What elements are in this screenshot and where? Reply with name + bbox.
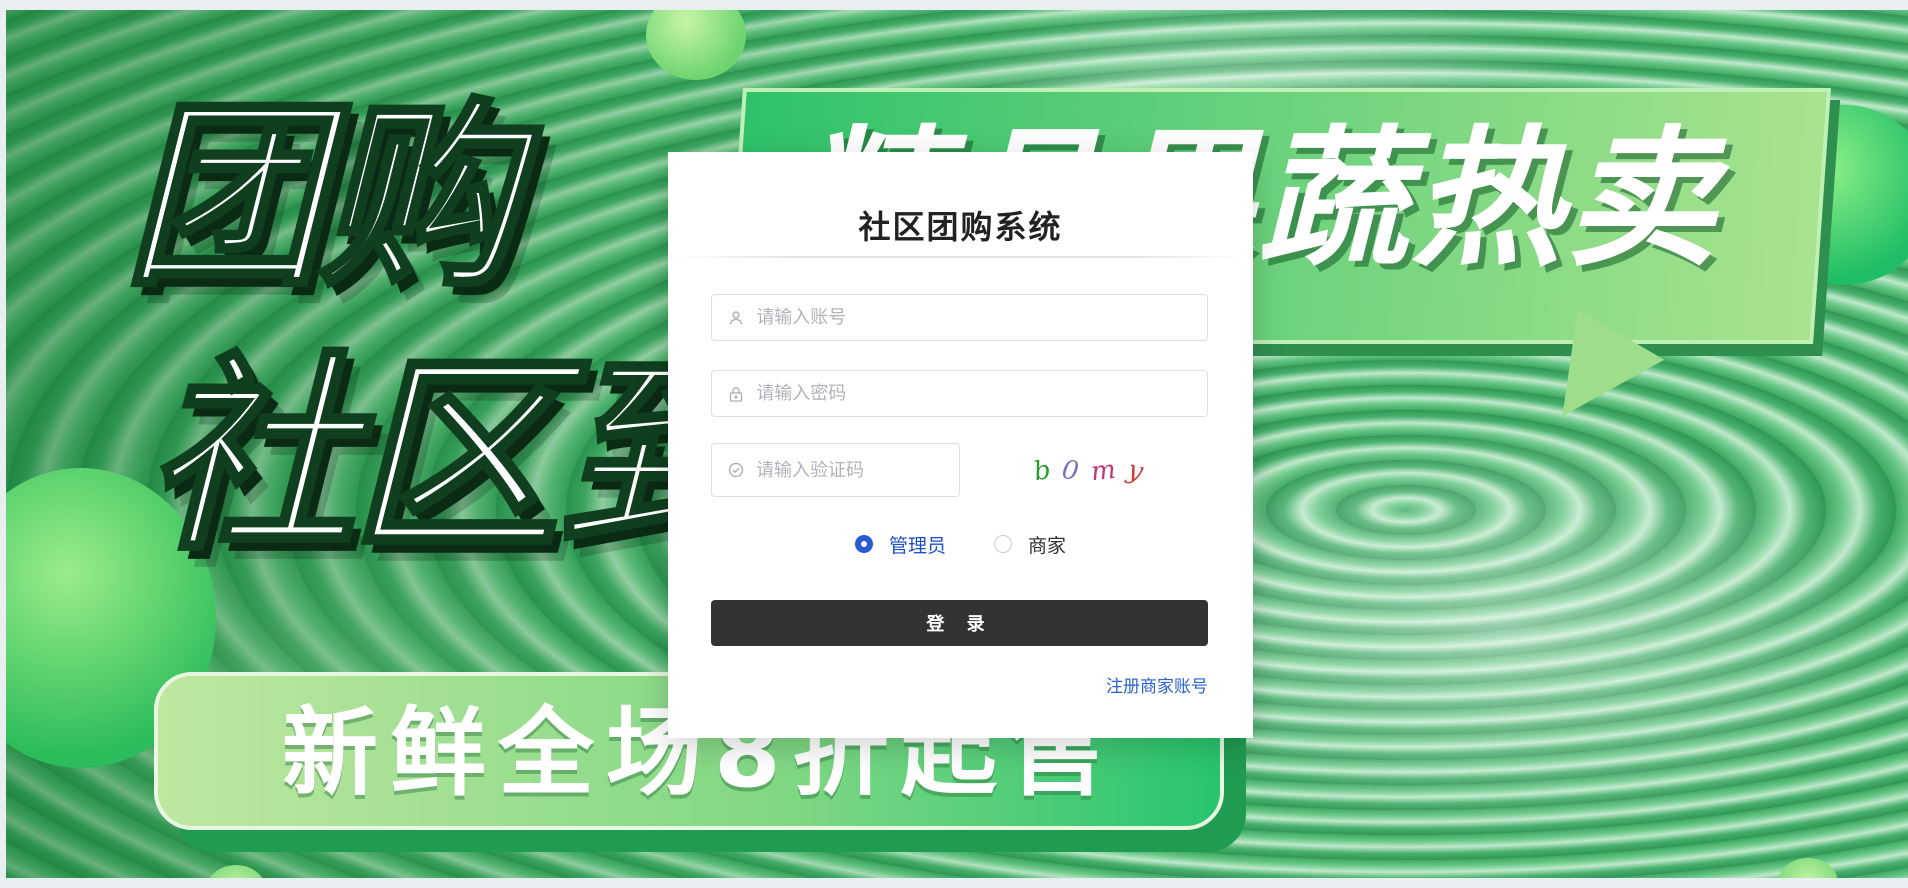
radio-indicator[interactable] [854, 535, 873, 553]
login-button[interactable]: 登 录 [711, 600, 1208, 646]
user-icon [728, 309, 744, 327]
captcha-char: b [1031, 454, 1053, 488]
lock-icon [728, 385, 744, 403]
login-card: 社区团购系统 请输入账号 请输入验证码 b 0 m y 管理员 商家 登 录 注… [668, 152, 1253, 738]
password-field[interactable] [711, 370, 1208, 417]
banner-headline-line1: 团购 [122, 81, 520, 314]
register-merchant-link[interactable]: 注册商家账号 [1106, 672, 1208, 697]
decorative-orb [206, 865, 266, 878]
login-page: 精品果蔬热卖 团购 社区到付 新鲜全场8折起售 社区团购系统 请输入账号 请输入… [0, 0, 1908, 888]
username-field[interactable] [711, 294, 1208, 341]
username-input[interactable] [754, 306, 1207, 329]
captcha-image[interactable]: b 0 m y [1018, 448, 1158, 494]
captcha-field[interactable] [711, 443, 960, 497]
role-radio-merchant[interactable]: 商家 [994, 531, 1066, 558]
title-divider [678, 256, 1243, 258]
decorative-orb [1778, 858, 1838, 878]
captcha-input[interactable] [754, 458, 959, 482]
role-radio-admin[interactable]: 管理员 [854, 531, 946, 558]
role-label-admin: 管理员 [888, 534, 946, 557]
check-circle-icon [728, 461, 744, 479]
login-title: 社区团购系统 [858, 208, 1063, 246]
captcha-char: m [1089, 454, 1118, 488]
decorative-orb [646, 10, 746, 80]
captcha-char: y [1124, 454, 1146, 488]
captcha-char: 0 [1060, 454, 1081, 488]
password-input[interactable] [754, 382, 1207, 405]
role-radio-group: 管理员 商家 [668, 524, 1253, 564]
role-label-merchant: 商家 [1028, 534, 1067, 557]
radio-indicator[interactable] [994, 535, 1012, 553]
